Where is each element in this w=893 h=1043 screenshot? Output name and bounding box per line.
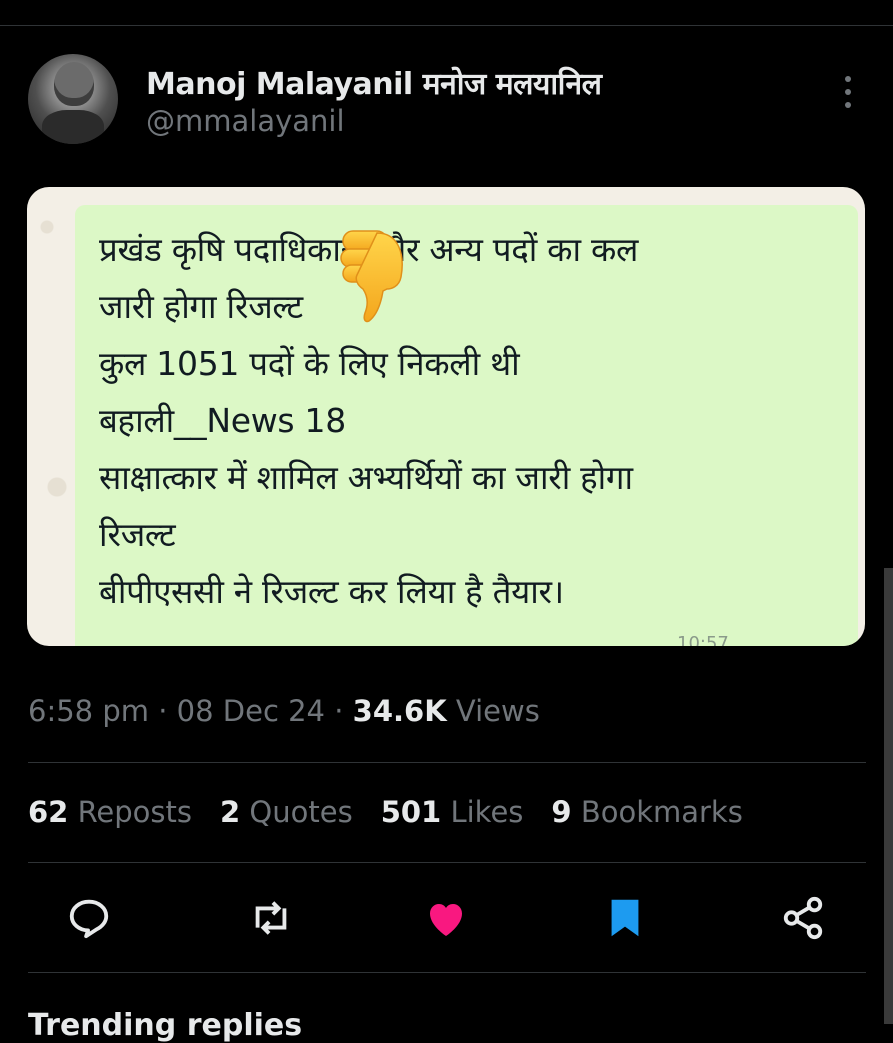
repost-button[interactable] (243, 890, 299, 946)
likes-stat[interactable]: 501 Likes (381, 795, 524, 829)
avatar[interactable] (28, 54, 118, 144)
message-text: प्रखंड कृषि पदाधिकारी और अन्य पदों का कल… (99, 230, 639, 611)
message-time: 10:57 (677, 633, 729, 646)
bookmark-icon (611, 899, 639, 937)
bookmark-button[interactable] (597, 890, 653, 946)
post-time[interactable]: 6:58 pm (28, 694, 149, 728)
author-handle[interactable]: @mmalayanil (146, 104, 345, 138)
more-options-icon[interactable] (836, 76, 860, 108)
quotes-stat[interactable]: 2 Quotes (220, 795, 353, 829)
thumbs-down-emoji-icon (340, 230, 403, 323)
post-timestamp: 6:58 pm · 08 Dec 24 · 34.6K Views (28, 694, 540, 728)
separator-dot: · (158, 694, 177, 728)
engagement-stats: 62 Reposts 2 Quotes 501 Likes 9 Bookmark… (28, 795, 743, 829)
divider (28, 862, 866, 863)
trending-replies-heading: Trending replies (28, 1008, 303, 1043)
repost-icon (255, 901, 287, 935)
bookmarks-stat[interactable]: 9 Bookmarks (551, 795, 742, 829)
post-header: Manoj Malayanil मनोज मलयानिल @mmalayanil (28, 54, 868, 148)
reply-icon (69, 899, 109, 939)
reply-button[interactable] (61, 890, 117, 946)
action-bar (0, 890, 893, 950)
views-label: Views (455, 694, 540, 728)
like-button[interactable] (418, 890, 474, 946)
reposts-stat[interactable]: 62 Reposts (28, 795, 192, 829)
post-date[interactable]: 08 Dec 24 (177, 694, 325, 728)
share-button[interactable] (775, 890, 831, 946)
top-divider (0, 25, 893, 26)
separator-dot: · (334, 694, 353, 728)
like-icon (430, 904, 462, 936)
views-count: 34.6K (352, 694, 447, 728)
divider (28, 762, 866, 763)
post-image[interactable]: प्रखंड कृषि पदाधिकारी और अन्य पदों का कल… (27, 187, 865, 646)
scrollbar[interactable] (884, 568, 893, 1024)
divider (28, 972, 866, 973)
author-name[interactable]: Manoj Malayanil मनोज मलयानिल (146, 62, 602, 103)
share-icon (783, 896, 823, 940)
